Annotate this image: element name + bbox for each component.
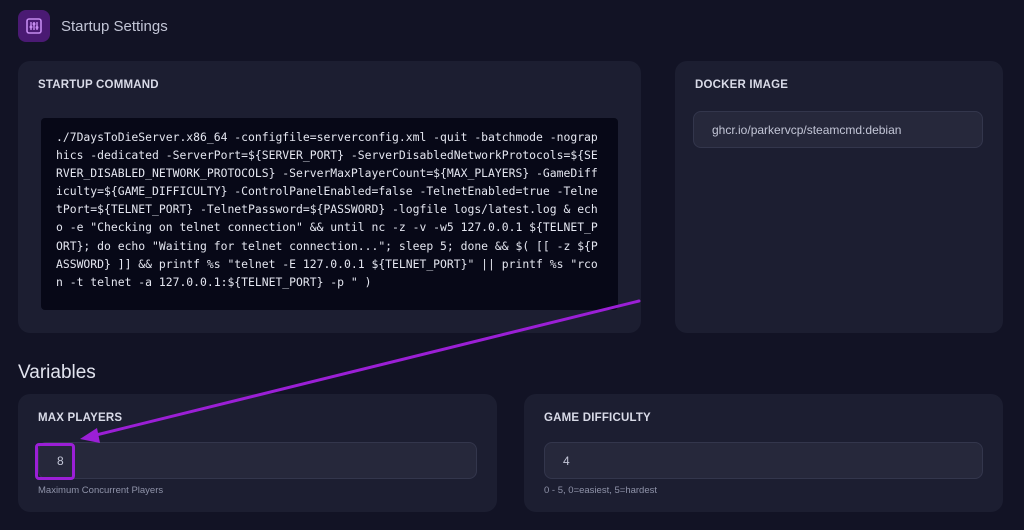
max-players-label: MAX PLAYERS	[38, 412, 123, 424]
startup-command-card: STARTUP COMMAND ./7DaysToDieServer.x86_6…	[18, 61, 641, 333]
docker-image-select[interactable]: ghcr.io/parkervcp/steamcmd:debian	[693, 111, 983, 148]
variables-title: Variables	[18, 362, 96, 383]
game-difficulty-input[interactable]: 4	[544, 442, 983, 479]
docker-image-card: DOCKER IMAGE ghcr.io/parkervcp/steamcmd:…	[675, 61, 1003, 333]
game-difficulty-label: GAME DIFFICULTY	[544, 412, 651, 424]
max-players-card: MAX PLAYERS 8 Maximum Concurrent Players	[18, 394, 497, 512]
page-title: Startup Settings	[61, 17, 168, 35]
max-players-input[interactable]: 8	[38, 442, 477, 479]
startup-command-code: ./7DaysToDieServer.x86_64 -configfile=se…	[41, 118, 618, 310]
sliders-icon	[18, 10, 50, 42]
page-header: Startup Settings	[18, 10, 168, 42]
game-difficulty-hint: 0 - 5, 0=easiest, 5=hardest	[544, 485, 658, 496]
max-players-hint: Maximum Concurrent Players	[38, 485, 164, 496]
startup-command-label: STARTUP COMMAND	[38, 79, 159, 91]
docker-image-label: DOCKER IMAGE	[695, 79, 789, 91]
max-players-highlight-box	[35, 443, 75, 480]
game-difficulty-card: GAME DIFFICULTY 4 0 - 5, 0=easiest, 5=ha…	[524, 394, 1003, 512]
